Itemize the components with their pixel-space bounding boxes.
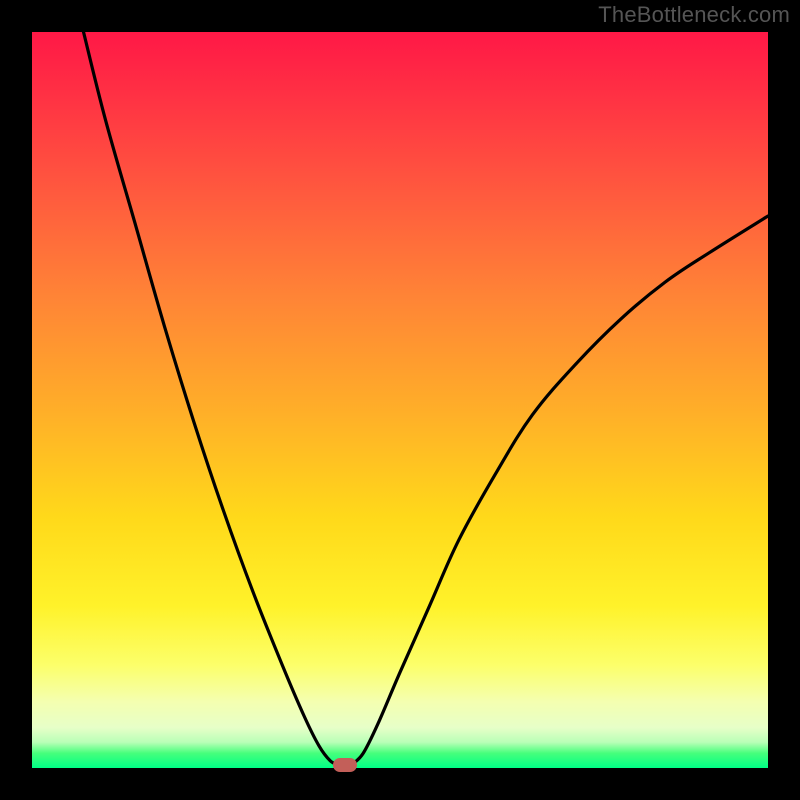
- curve-left-branch: [84, 32, 338, 764]
- chart-frame: TheBottleneck.com: [0, 0, 800, 800]
- curve-right-branch: [352, 216, 768, 764]
- watermark-text: TheBottleneck.com: [598, 2, 790, 28]
- min-marker: [333, 758, 357, 772]
- plot-area: [32, 32, 768, 768]
- bottleneck-curve: [32, 32, 768, 768]
